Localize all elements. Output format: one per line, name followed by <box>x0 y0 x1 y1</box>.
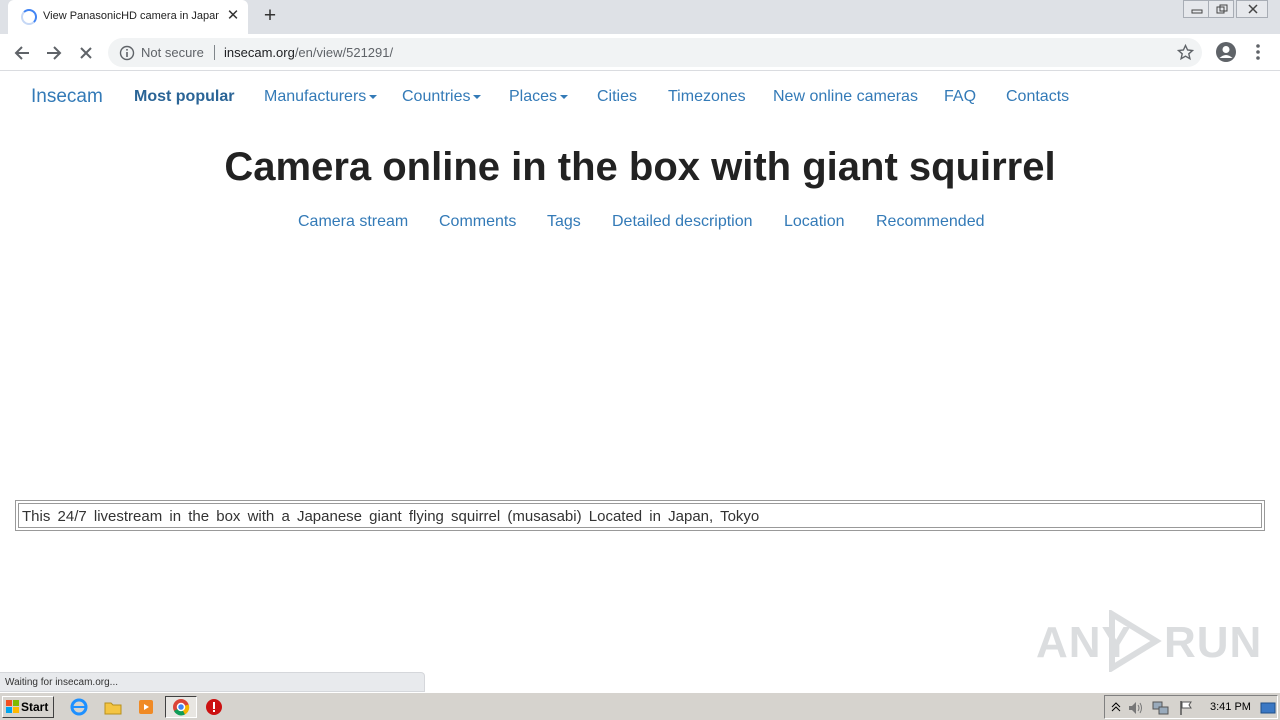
nav-new-online-cameras[interactable]: New online cameras <box>773 88 918 106</box>
nav-cities[interactable]: Cities <box>597 88 637 106</box>
close-window-button[interactable] <box>1236 0 1268 18</box>
watermark-right-text: RUN <box>1164 618 1263 667</box>
taskbar-ie[interactable] <box>66 696 92 718</box>
volume-icon[interactable] <box>1127 700 1145 716</box>
brand-link[interactable]: Insecam <box>31 86 103 108</box>
restore-icon <box>1216 4 1228 14</box>
nav-places[interactable]: Places <box>509 88 569 106</box>
taskbar-media-player[interactable] <box>133 696 159 718</box>
nav-manufacturers-label: Manufacturers <box>264 88 367 105</box>
bookmark-star-icon[interactable] <box>1177 44 1194 61</box>
media-player-icon <box>139 700 153 714</box>
nav-faq[interactable]: FAQ <box>944 88 976 106</box>
browser-tab[interactable]: View PanasonicHD camera in Japan, ✕ <box>8 0 248 34</box>
play-logo-icon <box>1109 610 1162 672</box>
nav-manufacturers[interactable]: Manufacturers <box>264 88 378 106</box>
url-path: /en/view/521291/ <box>294 45 394 60</box>
nav-places-label: Places <box>509 88 558 105</box>
separator <box>214 45 215 60</box>
taskbar: Start 3:41 PM <box>0 692 1280 720</box>
web-page: Insecam Most popular Manufacturers Count… <box>0 72 1280 672</box>
internet-explorer-icon <box>70 698 88 716</box>
nav-countries-label: Countries <box>402 88 471 105</box>
taskbar-chrome[interactable] <box>165 696 197 718</box>
back-button[interactable] <box>9 40 35 66</box>
clock[interactable]: 3:41 PM <box>1210 701 1251 713</box>
status-text: Waiting for insecam.org... <box>5 677 119 688</box>
minimize-icon <box>1191 9 1203 14</box>
windows-logo-icon <box>6 700 19 713</box>
profile-icon[interactable] <box>1215 41 1237 63</box>
nav-timezones[interactable]: Timezones <box>668 88 746 106</box>
forward-arrow-icon <box>47 46 62 60</box>
nav-most-popular[interactable]: Most popular <box>134 88 234 106</box>
subnav-tags[interactable]: Tags <box>547 213 581 231</box>
browser-toolbar: Not secure insecam.org/en/view/521291/ <box>0 34 1280 71</box>
stop-sign-icon <box>206 699 222 715</box>
url-text[interactable]: insecam.org/en/view/521291/ <box>224 45 393 60</box>
show-hidden-icons-icon[interactable] <box>1111 701 1121 713</box>
taskbar-explorer[interactable] <box>100 696 126 718</box>
url-host: insecam.org <box>224 45 295 60</box>
caret-down-icon <box>369 94 378 99</box>
nav-countries[interactable]: Countries <box>402 88 482 106</box>
address-bar[interactable]: Not secure insecam.org/en/view/521291/ <box>108 38 1202 67</box>
folder-icon <box>104 702 122 715</box>
subnav-recommended[interactable]: Recommended <box>876 213 985 231</box>
restore-button[interactable] <box>1208 0 1234 18</box>
subnav-location[interactable]: Location <box>784 213 845 231</box>
network-icon[interactable] <box>1152 700 1170 716</box>
subnav-comments[interactable]: Comments <box>439 213 516 231</box>
stop-icon <box>80 47 92 59</box>
tab-strip: View PanasonicHD camera in Japan, ✕ + <box>0 0 1280 34</box>
chrome-icon <box>173 699 190 716</box>
site-navbar: Insecam Most popular Manufacturers Count… <box>0 72 1280 122</box>
security-label[interactable]: Not secure <box>141 45 204 60</box>
subnav-camera-stream[interactable]: Camera stream <box>298 213 408 231</box>
tab-title: View PanasonicHD camera in Japan, <box>43 10 219 22</box>
action-center-flag-icon[interactable] <box>1178 700 1194 716</box>
forward-button[interactable] <box>41 40 67 66</box>
menu-kebab-icon[interactable] <box>1252 43 1264 61</box>
new-tab-button[interactable]: + <box>260 5 280 27</box>
status-bubble: Waiting for insecam.org... <box>0 672 425 692</box>
start-label: Start <box>21 700 49 714</box>
minimize-button[interactable] <box>1183 0 1209 18</box>
subnav-detailed-description[interactable]: Detailed description <box>612 213 753 231</box>
caret-down-icon <box>473 94 482 99</box>
nav-contacts[interactable]: Contacts <box>1006 88 1069 106</box>
stop-loading-button[interactable] <box>73 40 99 66</box>
close-icon <box>1248 4 1258 14</box>
page-title: Camera online in the box with giant squi… <box>224 145 1056 189</box>
info-icon[interactable] <box>119 45 135 61</box>
loading-spinner-icon <box>21 9 37 25</box>
description-text: This 24/7 livestream in the box with a J… <box>18 503 1262 528</box>
caret-down-icon <box>560 94 569 99</box>
start-button[interactable]: Start <box>2 696 54 718</box>
back-arrow-icon <box>14 46 29 60</box>
show-desktop-icon[interactable] <box>1260 700 1276 716</box>
description-box: This 24/7 livestream in the box with a J… <box>15 500 1265 531</box>
system-tray: 3:41 PM <box>1104 695 1278 719</box>
taskbar-opera[interactable] <box>201 696 227 718</box>
tab-close-icon[interactable]: ✕ <box>226 8 240 24</box>
